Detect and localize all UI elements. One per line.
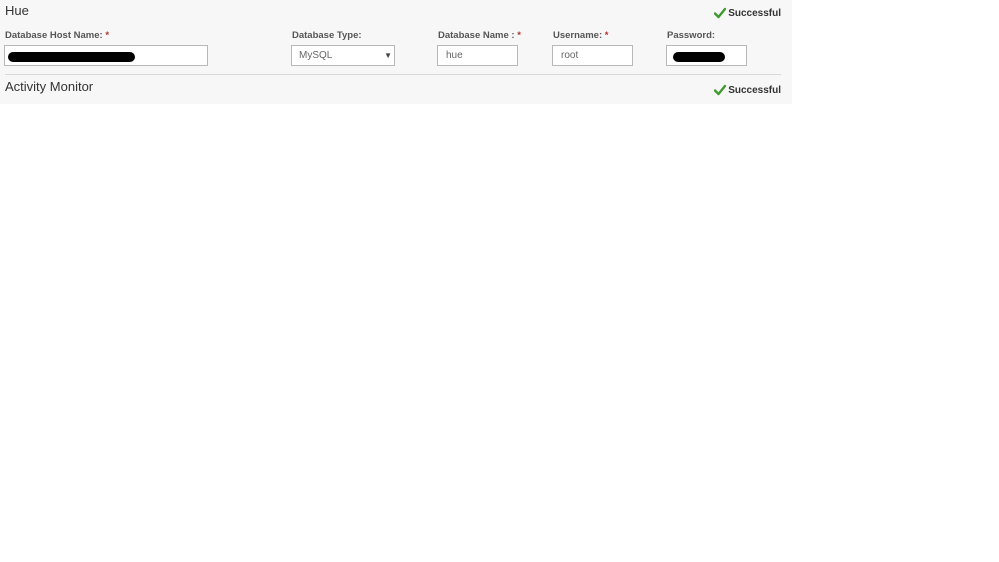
username-input[interactable]: root: [552, 45, 633, 66]
password-label: Password:: [667, 30, 716, 41]
username-label: Username: *: [553, 30, 609, 41]
redaction-mark: [8, 52, 135, 62]
hue-status-text: Successful: [728, 7, 781, 19]
required-marker: *: [105, 30, 110, 41]
required-marker: *: [517, 30, 521, 41]
database-name-input[interactable]: hue: [437, 45, 518, 66]
database-name-label: Database Name : *: [438, 30, 521, 41]
activity-monitor-section-title: Activity Monitor: [5, 79, 94, 94]
database-host-label: Database Host Name: *: [5, 30, 110, 41]
password-input[interactable]: [666, 45, 747, 66]
database-type-select[interactable]: MySQL ▼: [291, 45, 395, 66]
hue-section-title: Hue: [5, 3, 29, 18]
hue-status: Successful: [714, 7, 781, 19]
database-host-input[interactable]: [4, 45, 208, 66]
redaction-mark: [673, 52, 725, 62]
checkmark-icon: [714, 7, 727, 19]
database-setup-panel: Hue Successful Database Host Name: * Dat…: [0, 0, 792, 104]
required-marker: *: [604, 30, 609, 41]
activity-monitor-status: Successful: [714, 84, 781, 96]
activity-monitor-status-text: Successful: [728, 84, 781, 96]
dropdown-arrow-icon: ▼: [384, 51, 392, 60]
section-divider: [5, 74, 781, 75]
checkmark-icon: [714, 84, 727, 96]
database-type-label: Database Type:: [292, 30, 362, 41]
